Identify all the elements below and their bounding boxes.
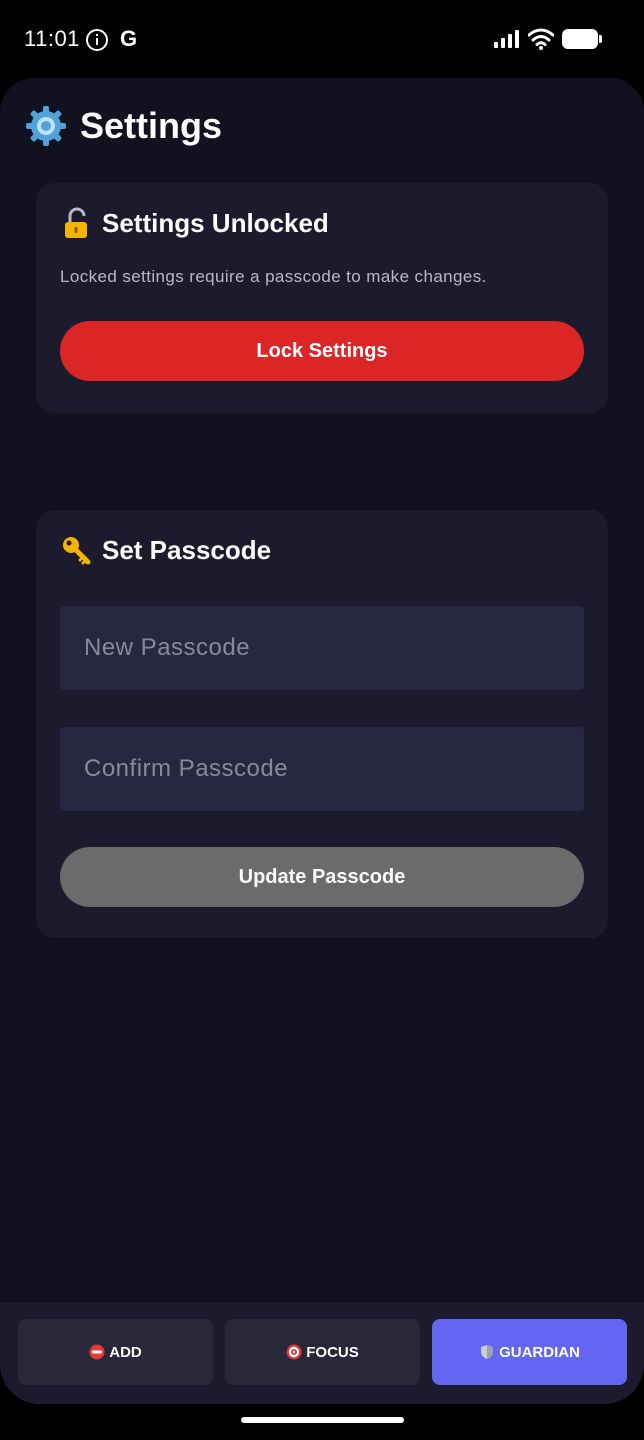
nav-focus-button[interactable]: FOCUS xyxy=(225,1319,420,1385)
battery-icon xyxy=(562,29,602,49)
new-passcode-field[interactable] xyxy=(60,606,584,690)
nav-guardian-button[interactable]: GUARDIAN xyxy=(432,1319,627,1385)
no-entry-icon xyxy=(89,1344,105,1360)
nav-focus-label: FOCUS xyxy=(306,1343,359,1361)
gear-icon xyxy=(26,106,66,146)
google-icon: G xyxy=(120,26,138,51)
confirm-passcode-field[interactable] xyxy=(60,727,584,811)
nav-guardian-label: GUARDIAN xyxy=(499,1343,580,1361)
target-icon xyxy=(286,1344,302,1360)
status-bar: 11:01 G xyxy=(0,0,644,78)
unlocked-padlock-icon xyxy=(65,207,87,238)
status-time: 11:01 xyxy=(24,26,80,51)
passcode-card-header: Set Passcode xyxy=(60,534,271,566)
lock-settings-card: Settings Unlocked Locked settings requir… xyxy=(36,183,608,413)
page-title: Settings xyxy=(80,105,223,146)
lock-settings-button[interactable]: Lock Settings xyxy=(60,321,584,381)
info-icon xyxy=(86,29,108,51)
page-header: Settings xyxy=(24,102,222,150)
passcode-card-title: Set Passcode xyxy=(102,534,272,565)
lock-card-description: Locked settings require a passcode to ma… xyxy=(60,267,487,286)
nav-add-label: ADD xyxy=(109,1343,142,1361)
shield-icon xyxy=(481,1345,494,1359)
settings-screen: Settings Settings Unlocked Locked settin… xyxy=(0,78,644,1404)
key-icon xyxy=(63,537,91,565)
wifi-icon xyxy=(528,28,554,50)
set-passcode-card: Set Passcode Update Passcode xyxy=(36,510,608,938)
bottom-nav: ADD FOCUS GUARDIAN xyxy=(0,1302,644,1404)
update-passcode-button[interactable]: Update Passcode xyxy=(60,847,584,907)
lock-card-title: Settings Unlocked xyxy=(102,207,329,238)
lock-card-header: Settings Unlocked xyxy=(60,207,329,239)
nav-add-button[interactable]: ADD xyxy=(18,1319,213,1385)
signal-icon xyxy=(494,30,519,48)
home-indicator[interactable] xyxy=(241,1417,404,1423)
